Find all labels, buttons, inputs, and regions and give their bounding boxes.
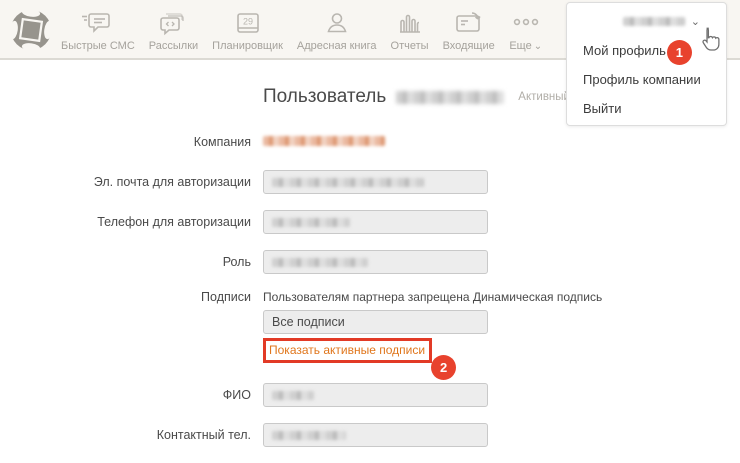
calendar-day: 29 (243, 17, 253, 27)
address-book-icon (324, 9, 350, 37)
form-row-email: Эл. почта для авторизации (0, 170, 740, 194)
reports-icon (397, 9, 423, 37)
menu-item-company-profile[interactable]: Профиль компании (567, 65, 726, 94)
main-nav: Быстрые СМС Рассылки 29 Планировщик Адре… (61, 0, 543, 53)
phone-label: Телефон для авторизации (97, 214, 251, 229)
quick-sms-icon (81, 9, 115, 37)
signatures-value: Все подписи (272, 315, 345, 329)
email-label: Эл. почта для авторизации (93, 174, 251, 189)
role-label: Роль (222, 254, 251, 269)
company-label: Компания (193, 134, 251, 149)
menu-item-logout[interactable]: Выйти (567, 94, 726, 123)
user-name-redacted (396, 90, 505, 104)
phone-value-redacted (272, 217, 350, 227)
contact-phone-field[interactable] (263, 423, 488, 447)
mailings-icon (158, 9, 188, 37)
signatures-field[interactable]: Все подписи (263, 310, 488, 334)
page-title: Пользователь (263, 86, 387, 107)
annotation-badge-1: 1 (666, 40, 692, 65)
show-active-signatures-link[interactable]: Показать активные подписи (269, 343, 425, 357)
nav-label: Входящие (442, 40, 495, 52)
hand-cursor-icon (696, 25, 724, 55)
scheduler-icon: 29 (235, 9, 261, 37)
nav-label: Отчеты (390, 40, 429, 52)
annotation-badge-2: 2 (431, 355, 457, 380)
fio-value-redacted (272, 390, 314, 400)
chevron-down-icon: ⌄ (533, 41, 543, 52)
fio-label: ФИО (222, 387, 251, 402)
nav-label: Быстрые СМС (61, 40, 135, 52)
nav-item-inbox[interactable]: Входящие (443, 9, 495, 53)
more-icon (509, 9, 543, 37)
user-dropdown-panel: ⌄ Мой профиль 1 Профиль компании Выйти (566, 2, 727, 126)
form-row-fio: ФИО (0, 383, 740, 407)
signatures-note: Пользователям партнера запрещена Динамич… (263, 290, 603, 304)
nav-item-reports[interactable]: Отчеты (391, 9, 429, 53)
nav-label: Рассылки (148, 40, 199, 52)
company-link-redacted[interactable] (263, 136, 385, 146)
contact-phone-value-redacted (272, 430, 346, 440)
email-value-redacted (272, 177, 424, 187)
form-row-role: Роль (0, 250, 740, 274)
fio-field[interactable] (263, 383, 488, 407)
role-value-redacted (272, 257, 368, 267)
app-logo-icon[interactable] (9, 8, 53, 52)
highlight-red-box: Показать активные подписи (263, 338, 433, 363)
phone-field[interactable] (263, 210, 488, 234)
nav-item-scheduler[interactable]: 29 Планировщик (212, 9, 283, 53)
nav-label: Планировщик (212, 40, 283, 52)
nav-label: Еще ⌄ (509, 40, 543, 52)
nav-label: Адресная книга (296, 40, 377, 52)
user-form: Компания Эл. почта для авторизации Телеф… (0, 134, 740, 447)
contact-phone-label: Контактный тел. (156, 427, 251, 442)
role-field[interactable] (263, 250, 488, 274)
nav-item-address-book[interactable]: Адресная книга (297, 9, 377, 53)
signatures-label: Подписи (201, 290, 251, 304)
email-field[interactable] (263, 170, 488, 194)
form-row-contact-phone: Контактный тел. (0, 423, 740, 447)
form-row-phone: Телефон для авторизации (0, 210, 740, 234)
username-redacted (622, 17, 685, 26)
nav-item-quick-sms[interactable]: Быстрые СМС (61, 9, 135, 53)
inbox-icon (453, 9, 485, 37)
form-row-company: Компания (0, 134, 740, 150)
form-row-signatures: Подписи Пользователям партнера запрещена… (0, 290, 740, 380)
nav-item-more[interactable]: Еще ⌄ (509, 9, 543, 53)
nav-item-mailings[interactable]: Рассылки (149, 9, 198, 53)
signatures-link-highlight: Показать активные подписи 2 (263, 338, 457, 380)
